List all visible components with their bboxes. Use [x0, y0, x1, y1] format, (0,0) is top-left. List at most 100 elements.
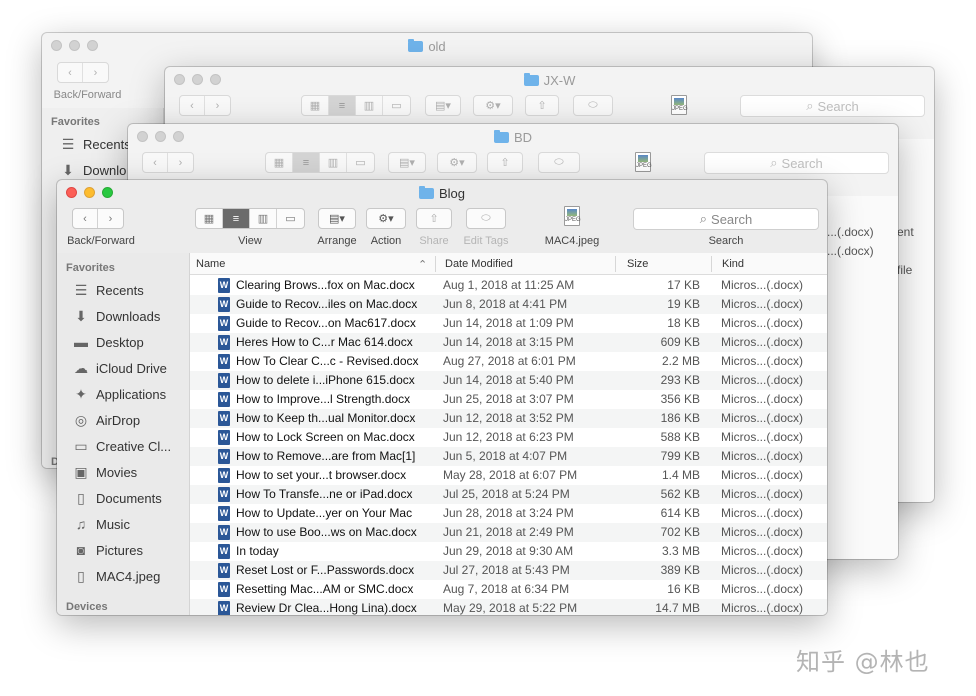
- folder-icon: [408, 39, 424, 52]
- forward-button[interactable]: ›: [205, 96, 230, 115]
- column-view-button[interactable]: ▥: [356, 96, 383, 115]
- share-button[interactable]: ⇧: [487, 152, 523, 173]
- table-row[interactable]: W How to Remove...are from Mac[1] Jun 5, 2…: [190, 447, 827, 466]
- finder-window-blog[interactable]: Blog ‹ › Back/Forward ▦ ≡ ▥ ▭ View ▤▾ Ar…: [57, 180, 827, 615]
- list-view-button[interactable]: ≡: [223, 209, 250, 228]
- sidebar-item-recents[interactable]: ☰ Recents: [58, 134, 131, 154]
- forward-button[interactable]: ›: [98, 209, 123, 228]
- sidebar-item-downloads[interactable]: ⬇ Downloads: [71, 306, 160, 326]
- sidebar-item-desktop[interactable]: ▬ Desktop: [71, 332, 144, 352]
- edit-tags-label: Edit Tags: [463, 235, 509, 247]
- action-button[interactable]: ⚙▾: [437, 152, 477, 173]
- tag-icon: ⬭: [554, 156, 564, 168]
- icon-view-button[interactable]: ▦: [266, 153, 293, 172]
- back-forward-control[interactable]: ‹ ›: [142, 152, 194, 173]
- table-row[interactable]: W How to Lock Screen on Mac.docx Jun 12, 2…: [190, 428, 827, 447]
- downloads-icon: ⬇: [75, 307, 87, 324]
- arrange-button[interactable]: ▤▾: [425, 95, 461, 116]
- column-name[interactable]: Name: [196, 258, 225, 270]
- table-row[interactable]: W How to Update...yer on Your Mac Jun 28, …: [190, 504, 827, 523]
- search-field[interactable]: ⌕ Search: [740, 95, 925, 117]
- tag-icon: ⬭: [481, 212, 491, 224]
- sidebar: Favorites ☰ Recents ⬇ Downloads ▬ Desktop ☁…: [57, 253, 190, 615]
- search-field[interactable]: ⌕ Search: [704, 152, 889, 174]
- search-field[interactable]: ⌕ Search: [633, 208, 819, 230]
- gallery-view-button[interactable]: ▭: [277, 209, 304, 228]
- sidebar-item-recents[interactable]: ☰ Recents: [71, 280, 144, 300]
- table-row[interactable]: W Reset Lost or F...Passwords.docx Jul 27,…: [190, 561, 827, 580]
- chevron-left-icon: ‹: [83, 212, 87, 225]
- arrange-button[interactable]: ▤▾: [388, 152, 426, 173]
- column-view-button[interactable]: ▥: [320, 153, 347, 172]
- action-button[interactable]: ⚙▾: [366, 208, 406, 229]
- table-row[interactable]: W How To Transfe...ne or iPad.docx Jul 25,…: [190, 485, 827, 504]
- sort-ascending-icon[interactable]: ⌃: [418, 258, 427, 271]
- sidebar-item-documents[interactable]: ▯ Documents: [71, 488, 162, 508]
- action-button[interactable]: ⚙▾: [473, 95, 513, 116]
- back-forward-control[interactable]: ‹ ›: [72, 208, 124, 229]
- table-row[interactable]: W How to Keep th...ual Monitor.docx Jun 12…: [190, 409, 827, 428]
- column-date-modified[interactable]: Date Modified: [445, 258, 513, 270]
- column-size[interactable]: Size: [627, 258, 648, 270]
- back-forward-control[interactable]: ‹ ›: [179, 95, 231, 116]
- back-button[interactable]: ‹: [143, 153, 169, 172]
- view-mode-control[interactable]: ▦ ≡ ▥ ▭: [195, 208, 305, 229]
- edit-tags-button[interactable]: ⬭: [466, 208, 506, 229]
- share-button[interactable]: ⇧: [416, 208, 452, 229]
- forward-button[interactable]: ›: [83, 63, 108, 82]
- arrange-button[interactable]: ▤▾: [318, 208, 356, 229]
- table-row[interactable]: W Clearing Brows...fox on Mac.docx Aug 1, …: [190, 276, 827, 295]
- back-forward-control[interactable]: ‹ ›: [57, 62, 109, 83]
- table-row[interactable]: W How To Clear C...c - Revised.docx Aug 27…: [190, 352, 827, 371]
- sidebar-item-music[interactable]: ♫ Music: [71, 514, 130, 534]
- table-row[interactable]: W How to set your...t browser.docx May 28,…: [190, 466, 827, 485]
- docx-file-icon: W: [218, 544, 230, 559]
- file-date-modified: May 29, 2018 at 5:22 PM: [443, 601, 578, 615]
- table-row[interactable]: W How to use Boo...ws on Mac.docx Jun 21, …: [190, 523, 827, 542]
- jpeg-file-icon[interactable]: JPEG: [671, 95, 688, 115]
- table-row[interactable]: W Heres How to C...r Mac 614.docx Jun 14, …: [190, 333, 827, 352]
- sidebar-item-movies[interactable]: ▣ Movies: [71, 462, 137, 482]
- arrange-icon: ▤▾: [435, 100, 451, 112]
- table-row[interactable]: W Guide to Recov...on Mac617.docx Jun 14, …: [190, 314, 827, 333]
- sidebar-item-creative-cloud[interactable]: ▭ Creative Cl...: [71, 436, 171, 456]
- sidebar-item-airdrop[interactable]: ◎ AirDrop: [71, 410, 140, 430]
- back-button[interactable]: ‹: [180, 96, 206, 115]
- forward-button[interactable]: ›: [168, 153, 193, 172]
- share-icon: ⇧: [500, 157, 510, 169]
- view-mode-control[interactable]: ▦ ≡ ▥ ▭: [301, 95, 411, 116]
- table-row[interactable]: W How to delete i...iPhone 615.docx Jun 14…: [190, 371, 827, 390]
- sidebar-item-downloads[interactable]: ⬇ Downlo: [58, 160, 126, 180]
- table-row[interactable]: W In today Jun 29, 2018 at 9:30 AM 3.3 MB Mi…: [190, 542, 827, 561]
- back-button[interactable]: ‹: [73, 209, 99, 228]
- recents-icon: ☰: [74, 281, 88, 298]
- sidebar-item-pictures[interactable]: ◙ Pictures: [71, 540, 143, 560]
- folder-icon: [523, 73, 539, 86]
- sidebar-item-icloud[interactable]: ☁ iCloud Drive: [71, 358, 167, 378]
- jpeg-file-icon[interactable]: JPEG: [564, 206, 581, 226]
- window-title: old: [42, 39, 812, 54]
- list-view-button[interactable]: ≡: [329, 96, 356, 115]
- gallery-view-button[interactable]: ▭: [383, 96, 410, 115]
- list-view-button[interactable]: ≡: [293, 153, 320, 172]
- table-row[interactable]: W Resetting Mac...AM or SMC.docx Aug 7, 20…: [190, 580, 827, 599]
- gallery-view-button[interactable]: ▭: [347, 153, 374, 172]
- tag-icon: ⬭: [588, 99, 598, 111]
- edit-tags-button[interactable]: ⬭: [538, 152, 580, 173]
- sidebar-item-applications[interactable]: ✦ Applications: [71, 384, 166, 404]
- edit-tags-button[interactable]: ⬭: [573, 95, 613, 116]
- share-button[interactable]: ⇧: [525, 95, 559, 116]
- music-icon: ♫: [75, 516, 87, 532]
- column-view-button[interactable]: ▥: [250, 209, 277, 228]
- icon-view-button[interactable]: ▦: [302, 96, 329, 115]
- sidebar-item-mac4-jpeg[interactable]: ▯ MAC4.jpeg: [71, 566, 160, 586]
- table-row[interactable]: W Guide to Recov...iles on Mac.docx Jun 8,…: [190, 295, 827, 314]
- column-kind[interactable]: Kind: [722, 258, 744, 270]
- table-row[interactable]: W Review Dr Clea...Hong Lina).docx May 29,…: [190, 599, 827, 615]
- view-mode-control[interactable]: ▦ ≡ ▥ ▭: [265, 152, 375, 173]
- jpeg-file-icon[interactable]: JPEG: [635, 152, 652, 172]
- icon-view-button[interactable]: ▦: [196, 209, 223, 228]
- file-kind: Micros...(.docx): [721, 392, 804, 406]
- back-button[interactable]: ‹: [58, 63, 84, 82]
- table-row[interactable]: W How to Improve...l Strength.docx Jun 25,…: [190, 390, 827, 409]
